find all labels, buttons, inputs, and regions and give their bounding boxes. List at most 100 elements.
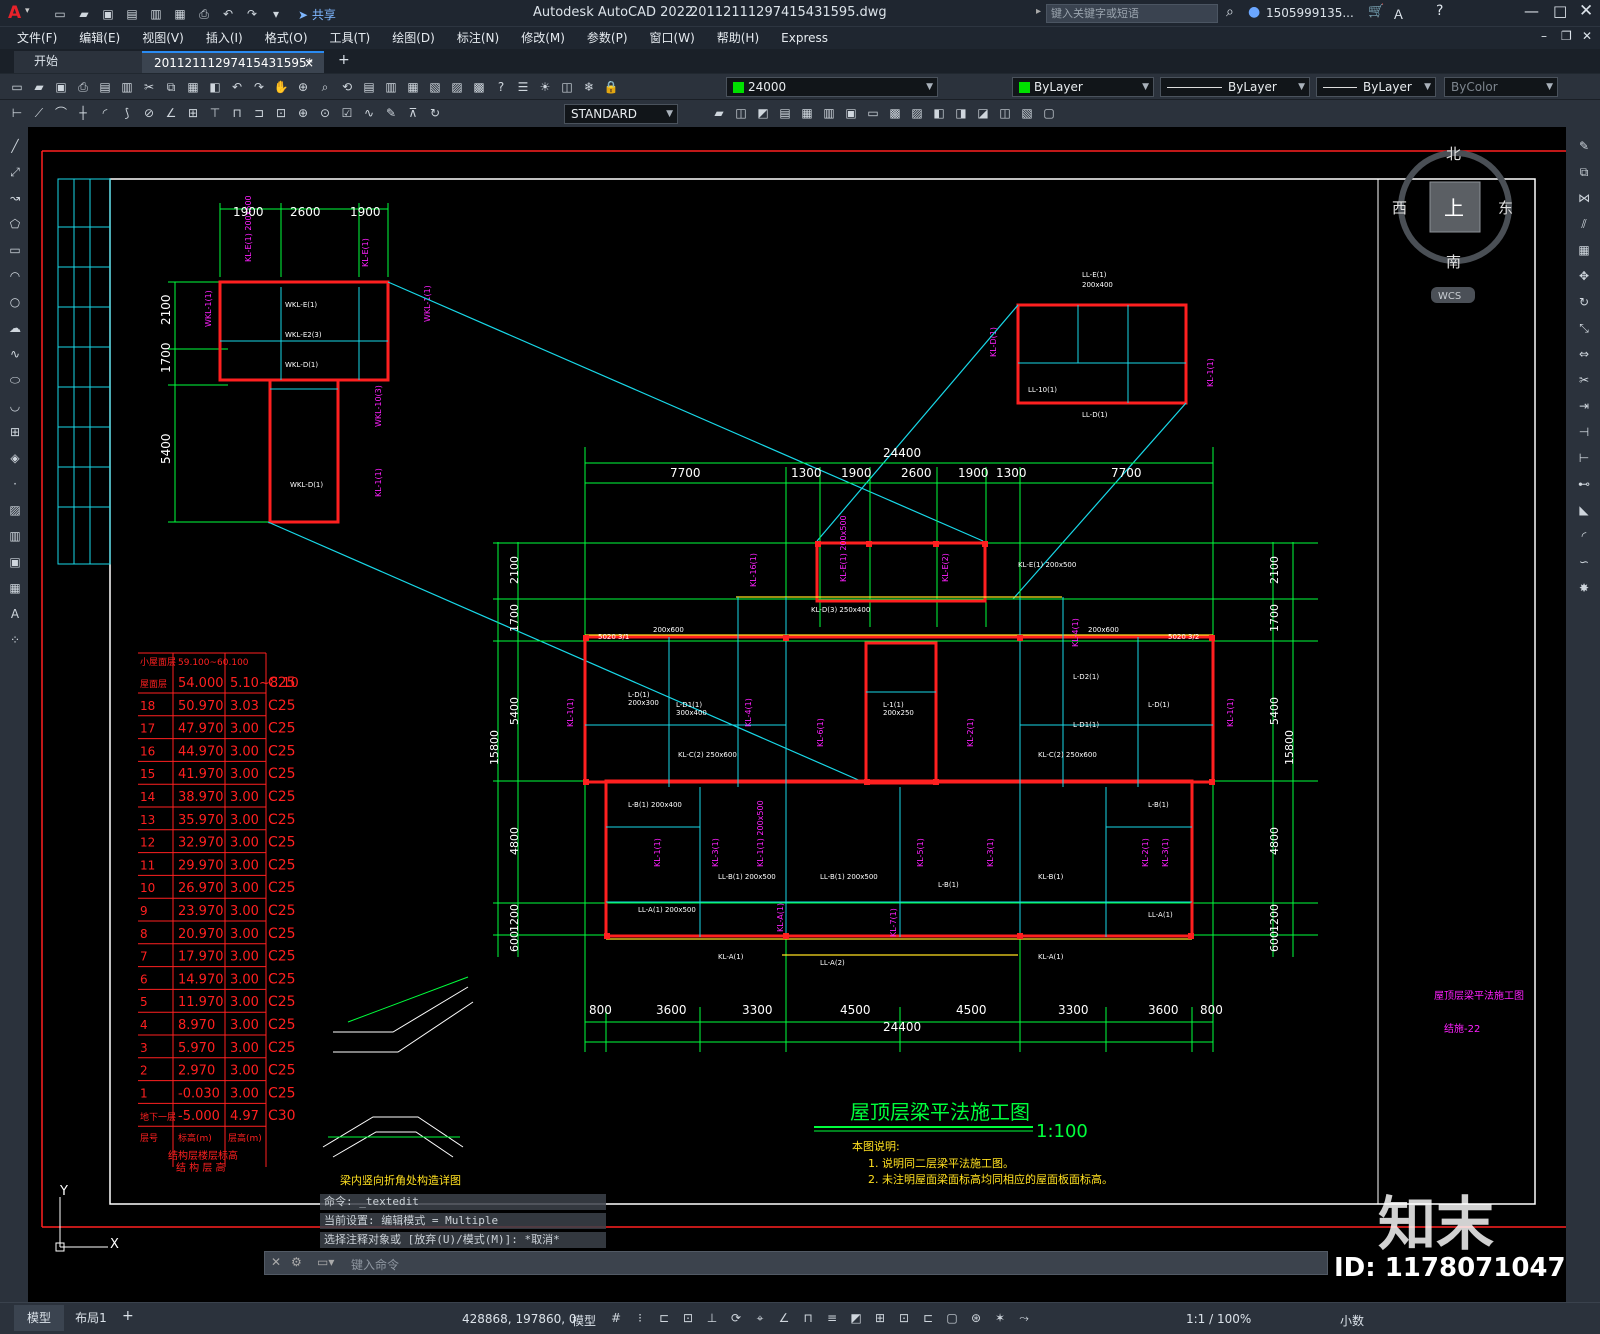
insert-block-icon[interactable]: ⊞ xyxy=(5,422,25,442)
dim-arc-icon[interactable]: ⌒ xyxy=(51,103,71,123)
web-mobile-icon[interactable]: ▥ xyxy=(146,4,166,24)
point-icon[interactable]: · xyxy=(5,474,25,494)
dtext-icon[interactable]: ▭ xyxy=(863,103,883,123)
search-icon[interactable]: ⌕ xyxy=(1226,4,1234,20)
layer-previous-icon[interactable]: ◫ xyxy=(557,77,577,97)
move-icon[interactable]: ✥ xyxy=(1574,266,1594,286)
break-point-icon[interactable]: ⊣ xyxy=(1574,422,1594,442)
command-line[interactable]: ✕ ⚙ ▭▾ 键入命令 xyxy=(264,1251,1328,1275)
paste-icon[interactable]: ▦ xyxy=(183,77,203,97)
color-dropdown[interactable]: ByLayer ▼ xyxy=(1012,77,1154,97)
plot-icon[interactable]: ⎙ xyxy=(194,4,214,24)
dynamic-input-icon[interactable]: ⊡ xyxy=(678,1308,698,1328)
tab-model[interactable]: 模型 xyxy=(14,1305,64,1331)
construction-line-icon[interactable]: ⤢ xyxy=(5,162,25,182)
menu-item-3[interactable]: 插入(I) xyxy=(195,27,254,49)
drawing-canvas[interactable]: KL-E(1) 200x500 KL-E(1) WKL-1(1) WKL-1(1… xyxy=(28,127,1566,1302)
gizmo-icon[interactable]: ⊛ xyxy=(966,1308,986,1328)
calculator-icon[interactable]: ▩ xyxy=(469,77,489,97)
undo-icon[interactable]: ↶ xyxy=(227,77,247,97)
ellipse-icon[interactable]: ⬭ xyxy=(5,370,25,390)
center-mark-icon[interactable]: ⊙ xyxy=(315,103,335,123)
command-close-icon[interactable]: ✕ xyxy=(271,1255,281,1269)
inspect-icon[interactable]: ☑ xyxy=(337,103,357,123)
lineweight-dropdown[interactable]: ByLayer ▼ xyxy=(1316,77,1436,97)
revision-cloud-icon[interactable]: ☁ xyxy=(5,318,25,338)
menu-item-0[interactable]: 文件(F) xyxy=(6,27,68,49)
grid-icon[interactable]: # xyxy=(606,1308,626,1328)
model-space-button[interactable]: 模型 xyxy=(572,1312,596,1329)
insert-icon[interactable]: ◨ xyxy=(951,103,971,123)
infer-icon[interactable]: ⊏ xyxy=(654,1308,674,1328)
markup-icon[interactable]: ▨ xyxy=(447,77,467,97)
lineweight-icon[interactable]: ≡ xyxy=(822,1308,842,1328)
add-layout-button[interactable]: + xyxy=(122,1308,134,1324)
share-button[interactable]: ➤ 共享 xyxy=(298,6,336,23)
a360-icon[interactable]: Ａ xyxy=(1392,4,1405,23)
dim-edit-icon[interactable]: ✎ xyxy=(381,103,401,123)
sheet-set-icon[interactable]: ▧ xyxy=(425,77,445,97)
table-icon[interactable]: ▦ xyxy=(5,578,25,598)
polyline-icon[interactable]: ↝ xyxy=(5,188,25,208)
dim-space-icon[interactable]: ⊐ xyxy=(249,103,269,123)
break-icon[interactable]: ⊢ xyxy=(1574,448,1594,468)
mtext-icon[interactable]: ▣ xyxy=(841,103,861,123)
menu-item-6[interactable]: 绘图(D) xyxy=(381,27,446,49)
properties-icon[interactable]: ▤ xyxy=(359,77,379,97)
dim-continue-icon[interactable]: ⊓ xyxy=(227,103,247,123)
polar-icon[interactable]: ⟳ xyxy=(726,1308,746,1328)
hatch-icon[interactable]: ▨ xyxy=(5,500,25,520)
tool-palettes-icon[interactable]: ▦ xyxy=(403,77,423,97)
ellipse-arc-icon[interactable]: ◡ xyxy=(5,396,25,416)
doc-minimize-icon[interactable]: – xyxy=(1541,29,1547,43)
menu-item-4[interactable]: 格式(O) xyxy=(254,27,319,49)
ortho-icon[interactable]: ⊥ xyxy=(702,1308,722,1328)
menu-item-5[interactable]: 工具(T) xyxy=(319,27,382,49)
ole-icon[interactable]: ▢ xyxy=(1039,103,1059,123)
spline-icon[interactable]: ∿ xyxy=(5,344,25,364)
3d-osnap-icon[interactable]: ⊡ xyxy=(894,1308,914,1328)
leader-style-icon[interactable]: ▤ xyxy=(775,103,795,123)
erase-icon[interactable]: ✎ xyxy=(1574,136,1594,156)
redo-icon[interactable]: ↷ xyxy=(242,4,262,24)
pan-icon[interactable]: ✋ xyxy=(271,77,291,97)
dim-ordinate-icon[interactable]: ┼ xyxy=(73,103,93,123)
copy-icon[interactable]: ⧉ xyxy=(161,77,181,97)
customize-icon[interactable]: ▾ xyxy=(266,4,286,24)
menu-item-2[interactable]: 视图(V) xyxy=(131,27,195,49)
new-tab-button[interactable]: + xyxy=(338,52,350,68)
save-icon[interactable]: ▣ xyxy=(51,77,71,97)
open-icon[interactable]: ▰ xyxy=(74,4,94,24)
gradient-icon[interactable]: ▥ xyxy=(5,526,25,546)
dim-diameter-icon[interactable]: ⊘ xyxy=(139,103,159,123)
isodraft-icon[interactable]: ⌖ xyxy=(750,1308,770,1328)
dim-angular-icon[interactable]: ∠ xyxy=(161,103,181,123)
xref-icon[interactable]: ◫ xyxy=(995,103,1015,123)
stretch-icon[interactable]: ⇔ xyxy=(1574,344,1594,364)
block-icon[interactable]: ◧ xyxy=(929,103,949,123)
dim-aligned-icon[interactable]: ⟋ xyxy=(29,103,49,123)
coordinates[interactable]: 428868, 197860, 0 xyxy=(462,1312,577,1326)
join-icon[interactable]: ⊷ xyxy=(1574,474,1594,494)
cart-icon[interactable]: 🛒 xyxy=(1368,4,1384,19)
menu-item-7[interactable]: 标注(N) xyxy=(446,27,510,49)
layer-dropdown[interactable]: 24000 ▼ xyxy=(726,77,938,97)
new-icon[interactable]: ▭ xyxy=(50,4,70,24)
app-menu-arrow-icon[interactable]: ▾ xyxy=(25,6,30,16)
find-icon[interactable]: ▨ xyxy=(907,103,927,123)
multileader-icon[interactable]: ▰ xyxy=(709,103,729,123)
menu-item-12[interactable]: Express xyxy=(770,27,839,49)
fillet-icon[interactable]: ◜ xyxy=(1574,526,1594,546)
undo-icon[interactable]: ↶ xyxy=(218,4,238,24)
rotate-icon[interactable]: ↻ xyxy=(1574,292,1594,312)
snap-icon[interactable]: ⁝ xyxy=(630,1308,650,1328)
text-style-icon[interactable]: ▩ xyxy=(885,103,905,123)
autocad-logo[interactable]: A xyxy=(8,3,21,23)
open-icon[interactable]: ▰ xyxy=(29,77,49,97)
plotstyle-dropdown[interactable]: ByColor ▼ xyxy=(1444,77,1558,97)
collect-leader-icon[interactable]: ◩ xyxy=(753,103,773,123)
zoom-previous-icon[interactable]: ⟲ xyxy=(337,77,357,97)
publish-icon[interactable]: ▥ xyxy=(117,77,137,97)
save-as-icon[interactable]: ▤ xyxy=(122,4,142,24)
new-icon[interactable]: ▭ xyxy=(7,77,27,97)
